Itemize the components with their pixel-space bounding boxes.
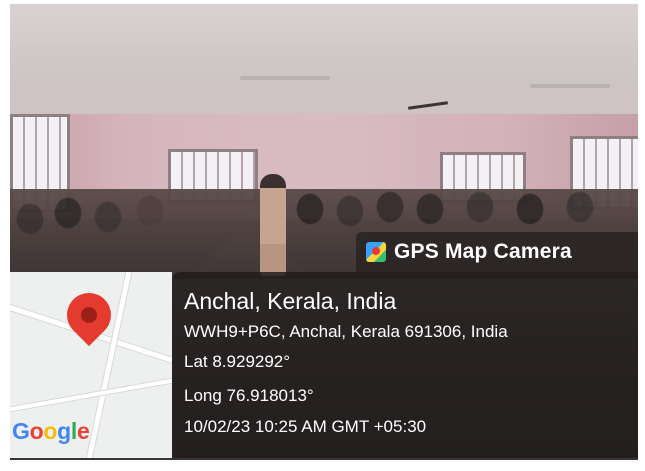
ceiling bbox=[10, 4, 638, 129]
map-road bbox=[10, 374, 172, 416]
longitude: Long 76.918013° bbox=[184, 386, 314, 405]
address: WWH9+P6C, Anchal, Kerala 691306, India bbox=[184, 322, 508, 341]
gps-camera-icon bbox=[366, 242, 386, 262]
latitude: Lat 8.929292° bbox=[184, 352, 291, 371]
timestamp: 10/02/23 10:25 AM GMT +05:30 bbox=[184, 417, 427, 436]
location-info-panel: Anchal, Kerala, India WWH9+P6C, Anchal, … bbox=[172, 272, 638, 458]
map-thumbnail: Google bbox=[10, 272, 172, 458]
google-logo: Google bbox=[12, 418, 90, 444]
ceiling-beam bbox=[240, 76, 330, 80]
photo-frame: GPS Map Camera Google Anchal, Kerala, In… bbox=[10, 4, 638, 460]
ceiling-beam bbox=[530, 84, 610, 88]
app-name: GPS Map Camera bbox=[394, 240, 572, 263]
place-name: Anchal, Kerala, India bbox=[184, 288, 397, 314]
gps-camera-badge: GPS Map Camera bbox=[356, 232, 638, 272]
teacher bbox=[260, 174, 286, 276]
